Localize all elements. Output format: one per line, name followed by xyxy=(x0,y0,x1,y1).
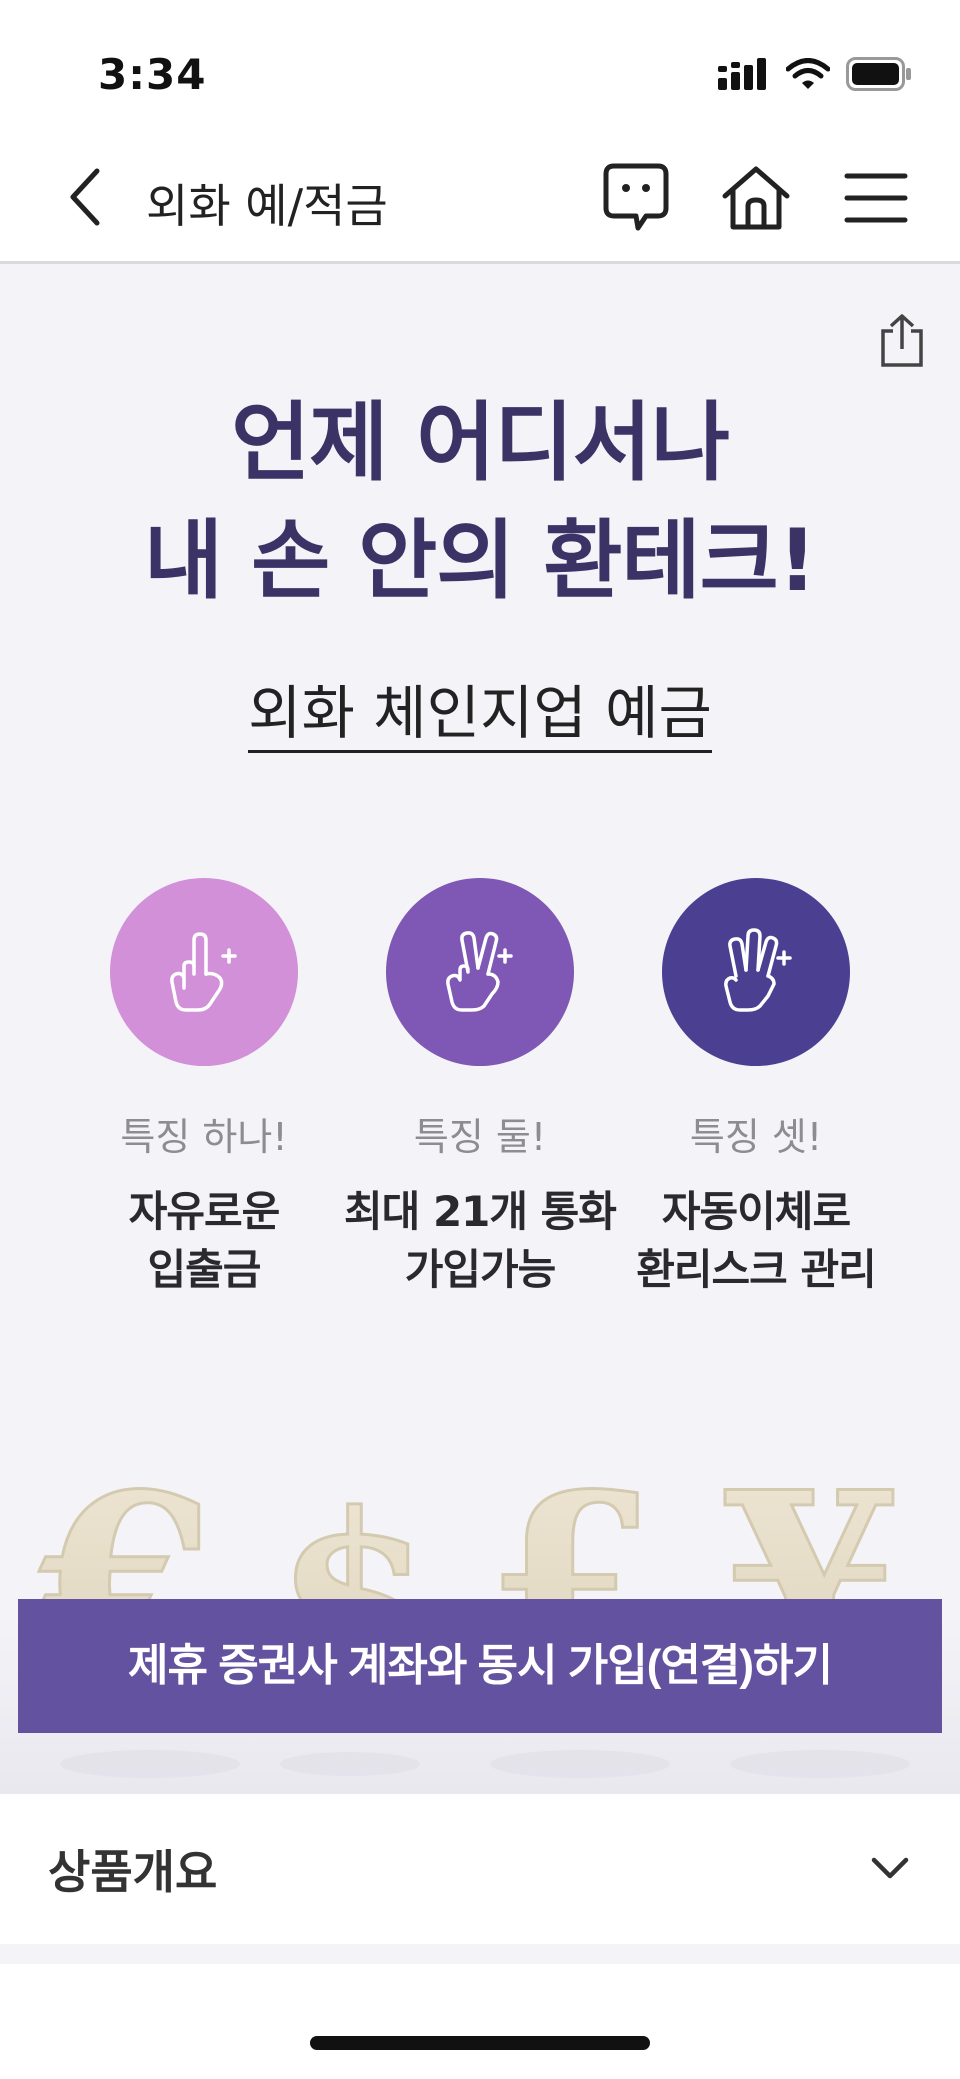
section-divider xyxy=(0,1944,960,1964)
home-icon xyxy=(722,166,790,230)
chat-icon xyxy=(603,163,669,231)
chat-button[interactable] xyxy=(598,160,674,236)
feature-desc-line: 환리스크 관리 xyxy=(636,1245,876,1294)
status-bar: 3:34 xyxy=(0,0,960,130)
feature-desc: 자유로운 입출금 xyxy=(54,1183,354,1299)
product-overview-accordion[interactable]: 상품개요 xyxy=(0,1794,960,1944)
headline-line-2: 내 손 안의 환테크! xyxy=(144,511,817,611)
feature-desc-line: 가입가능 xyxy=(404,1245,557,1294)
expand-button[interactable] xyxy=(860,1838,920,1898)
headline-line-1: 언제 어디서나 xyxy=(231,393,730,493)
one-finger-hand-icon xyxy=(170,932,237,1012)
joint-signup-button[interactable]: 제휴 증권사 계좌와 동시 가입(연결)하기 xyxy=(18,1599,942,1733)
feature-item: 특징 셋! 자동이체로 환리스크 관리 xyxy=(606,878,906,1299)
share-button[interactable] xyxy=(874,310,930,372)
feature-desc-line: 최대 21개 통화 xyxy=(344,1187,617,1236)
home-button[interactable] xyxy=(718,160,794,236)
hero-headline: 언제 어디서나 내 손 안의 환테크! xyxy=(0,384,960,620)
feature-item: 특징 하나! 자유로운 입출금 xyxy=(54,878,354,1299)
feature-badge xyxy=(110,878,298,1066)
chevron-down-icon xyxy=(871,1857,909,1879)
feature-label: 특징 하나! xyxy=(120,1115,288,1159)
three-finger-hand-icon xyxy=(724,928,792,1012)
feature-desc-line: 자유로운 xyxy=(128,1187,281,1236)
page-title: 외화 예/적금 xyxy=(146,179,388,233)
chevron-left-icon xyxy=(70,168,100,226)
status-time: 3:34 xyxy=(98,50,207,99)
menu-button[interactable] xyxy=(838,160,914,236)
home-indicator[interactable] xyxy=(310,2036,650,2050)
feature-label: 특징 셋! xyxy=(689,1115,823,1159)
feature-desc-line: 자동이체로 xyxy=(661,1187,851,1236)
product-name-link[interactable]: 외화 체인지업 예금 xyxy=(0,676,960,753)
feature-desc-line: 입출금 xyxy=(147,1245,262,1294)
feature-desc: 자동이체로 환리스크 관리 xyxy=(606,1183,906,1299)
feature-list: 특징 하나! 자유로운 입출금 특징 둘! 최대 21개 통화 가입가능 특징 … xyxy=(0,878,960,1338)
status-icons xyxy=(718,56,912,96)
feature-label: 특징 둘! xyxy=(413,1115,547,1159)
navigation-bar: 외화 예/적금 xyxy=(0,130,960,264)
wifi-icon xyxy=(785,58,831,94)
feature-badge xyxy=(662,878,850,1066)
feature-badge xyxy=(386,878,574,1066)
two-finger-hand-icon xyxy=(446,931,513,1012)
product-name: 외화 체인지업 예금 xyxy=(248,676,712,753)
feature-desc: 최대 21개 통화 가입가능 xyxy=(330,1183,630,1299)
feature-item: 특징 둘! 최대 21개 통화 가입가능 xyxy=(330,878,630,1299)
share-icon xyxy=(881,314,923,367)
accordion-title: 상품개요 xyxy=(48,1845,218,1899)
battery-icon xyxy=(846,57,912,95)
signal-icon xyxy=(718,58,770,94)
menu-icon xyxy=(844,173,908,223)
product-hero: 언제 어디서나 내 손 안의 환테크! 외화 체인지업 예금 특징 하나! 자유… xyxy=(0,264,960,1794)
back-button[interactable] xyxy=(50,160,120,234)
